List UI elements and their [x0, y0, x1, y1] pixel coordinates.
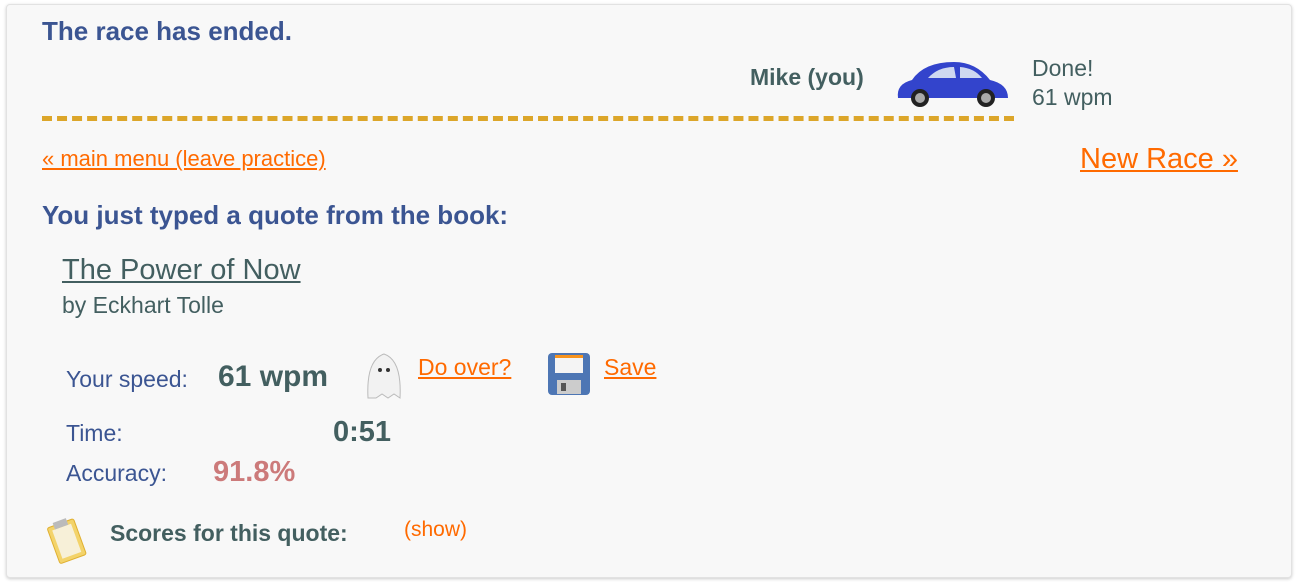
race-status-title: The race has ended.	[42, 16, 292, 46]
speed-value: 61 wpm	[218, 360, 329, 393]
do-over-link[interactable]: Do over?	[418, 354, 511, 381]
show-scores-link[interactable]: (show)	[404, 518, 467, 542]
time-label: Time:	[66, 420, 123, 446]
time-value: 0:51	[333, 416, 392, 448]
racer-done: Done!	[1032, 55, 1094, 81]
accuracy-label: Accuracy:	[66, 460, 167, 486]
save-link[interactable]: Save	[604, 354, 656, 381]
racer-name: Mike (you)	[750, 64, 864, 90]
accuracy-value: 91.8%	[213, 456, 296, 488]
ghost-icon[interactable]	[360, 350, 408, 400]
clipboard-icon	[47, 518, 87, 564]
book-author: by Eckhart Tolle	[62, 292, 224, 318]
floppy-disk-icon[interactable]	[547, 352, 591, 396]
race-track	[42, 116, 1014, 121]
speed-label: Your speed:	[66, 366, 188, 392]
racer-wpm: 61 wpm	[1032, 84, 1113, 110]
main-menu-link[interactable]: « main menu (leave practice)	[42, 146, 326, 172]
scores-label: Scores for this quote:	[110, 520, 348, 546]
book-title-link[interactable]: The Power of Now	[62, 254, 301, 287]
quote-heading: You just typed a quote from the book:	[42, 200, 509, 230]
new-race-link[interactable]: New Race »	[1080, 143, 1238, 176]
car-icon	[897, 62, 1008, 107]
racer-status: Done! 61 wpm	[1032, 54, 1113, 112]
